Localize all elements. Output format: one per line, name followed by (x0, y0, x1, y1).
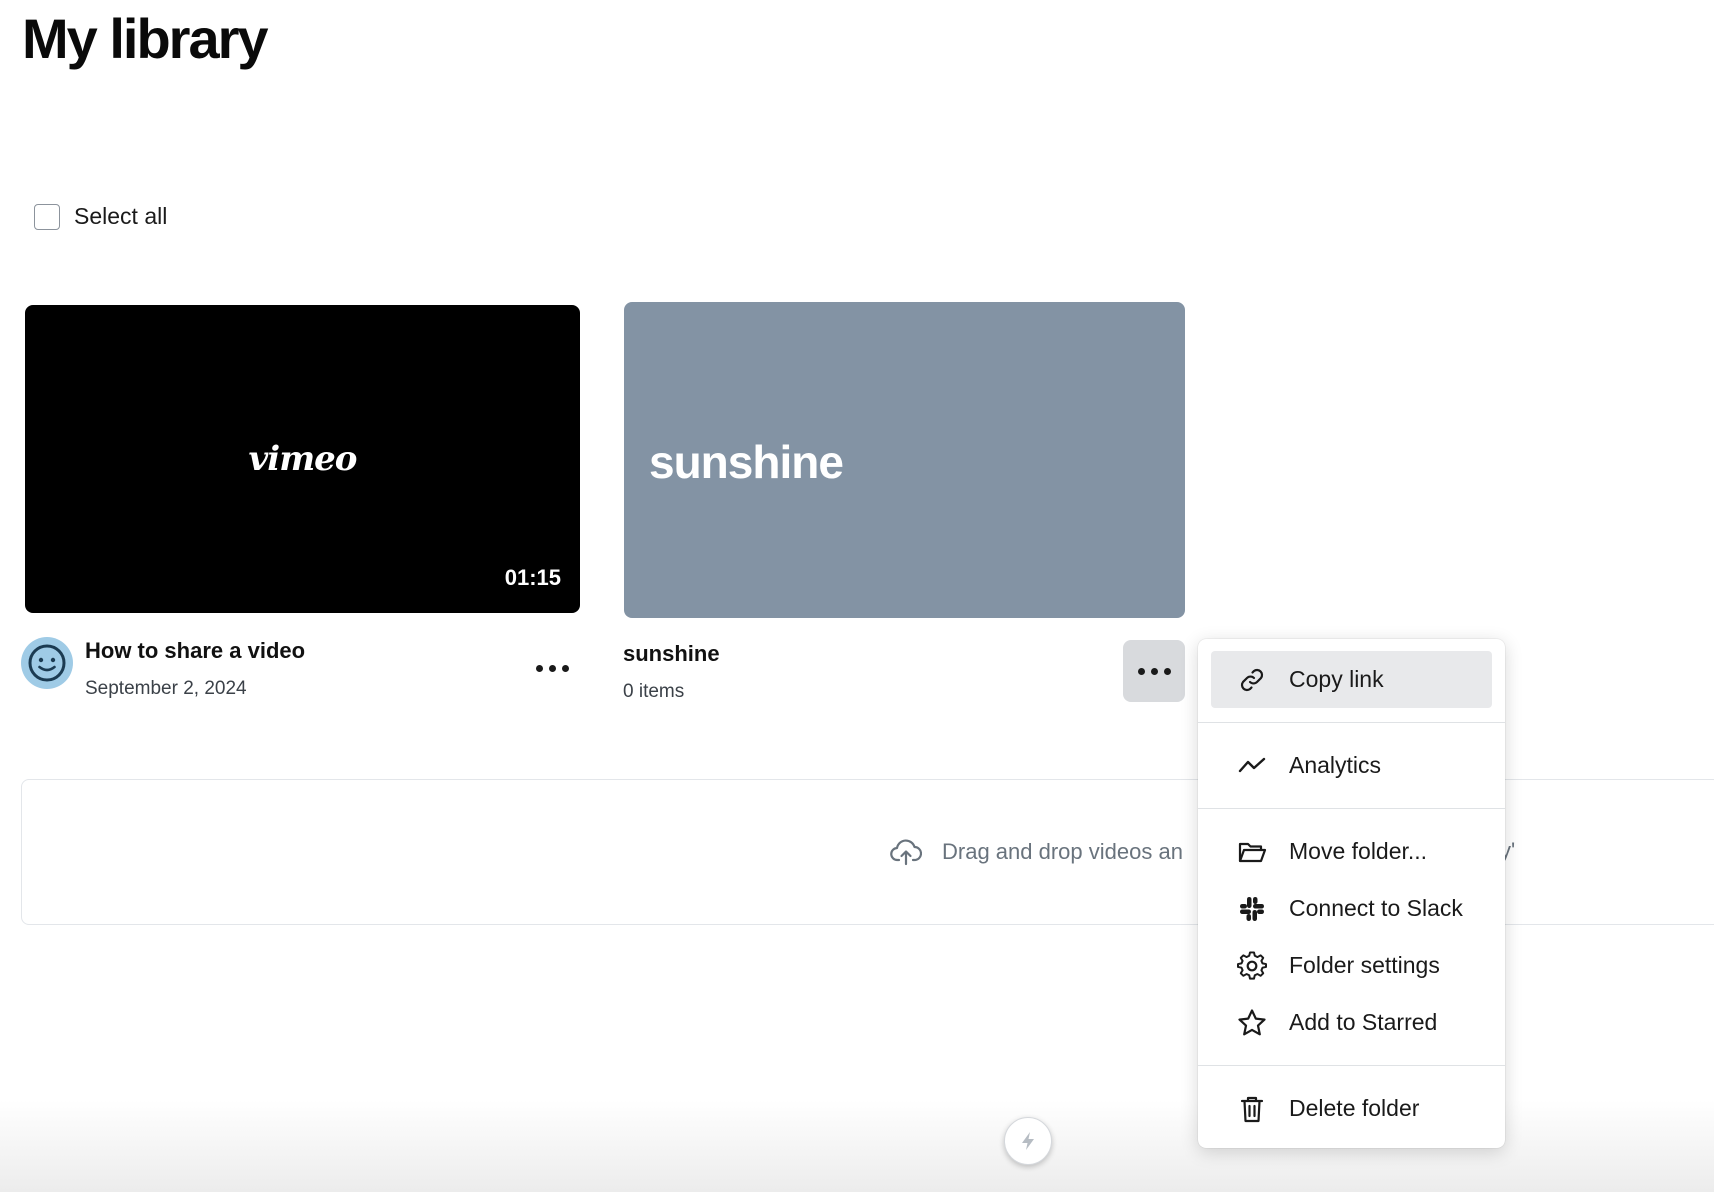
menu-divider (1198, 722, 1505, 723)
menu-item-folder-settings[interactable]: Folder settings (1211, 937, 1492, 994)
star-icon (1237, 1008, 1267, 1038)
menu-divider (1198, 1065, 1505, 1066)
vimeo-logo: vimeo (248, 439, 358, 479)
gear-icon (1237, 950, 1267, 981)
folder-thumb-title: sunshine (649, 436, 844, 488)
quick-action-button[interactable] (1004, 1117, 1052, 1165)
more-dot (1150, 667, 1158, 675)
more-dot (1163, 667, 1171, 675)
video-date: September 2, 2024 (85, 678, 247, 699)
lightning-icon (1022, 1132, 1034, 1150)
dropzone-content: Drag and drop videos an (890, 838, 1183, 866)
select-all-label: Select all (74, 203, 168, 229)
select-all[interactable]: Select all (34, 203, 167, 230)
menu-item-copy-link[interactable]: Copy link (1211, 651, 1492, 708)
folder-title[interactable]: sunshine (623, 641, 720, 667)
folder-item-count: 0 items (623, 681, 685, 702)
menu-item-label: Add to Starred (1289, 1009, 1438, 1035)
video-thumbnail[interactable]: vimeo 01:15 (25, 305, 580, 613)
video-more-button[interactable] (521, 637, 583, 699)
menu-item-move-folder[interactable]: Move folder... (1211, 823, 1492, 880)
menu-item-label: Copy link (1289, 666, 1384, 692)
menu-item-delete-folder[interactable]: Delete folder (1211, 1080, 1492, 1137)
menu-item-label: Folder settings (1289, 952, 1440, 978)
dropzone-text: Drag and drop videos an (942, 839, 1183, 864)
slack-icon (1237, 894, 1267, 924)
cloud-upload-icon (890, 839, 922, 866)
analytics-icon (1237, 751, 1267, 781)
menu-item-add-starred[interactable]: Add to Starred (1211, 994, 1492, 1051)
menu-item-connect-slack[interactable]: Connect to Slack (1211, 880, 1492, 937)
smiley-avatar-icon (28, 644, 66, 682)
menu-item-label: Move folder... (1289, 838, 1428, 864)
folder-more-button[interactable] (1123, 640, 1185, 702)
menu-item-label: Connect to Slack (1289, 895, 1463, 921)
avatar[interactable] (21, 637, 73, 689)
link-icon (1237, 665, 1267, 695)
menu-divider (1198, 808, 1505, 809)
select-all-checkbox[interactable] (34, 203, 60, 230)
folder-icon (1237, 837, 1267, 867)
menu-item-analytics[interactable]: Analytics (1211, 737, 1492, 794)
more-dot (535, 664, 543, 672)
menu-item-label: Analytics (1289, 752, 1382, 778)
more-dot (548, 664, 556, 672)
folder-thumbnail[interactable]: sunshine (624, 302, 1185, 618)
trash-icon (1237, 1094, 1267, 1124)
page-title: My library (22, 7, 269, 70)
video-title[interactable]: How to share a video (85, 638, 305, 664)
more-dot (561, 664, 569, 672)
more-dot (1137, 667, 1145, 675)
menu-item-label: Delete folder (1289, 1095, 1420, 1121)
folder-context-menu: Copy link Analytics Move folder... Conne… (1198, 639, 1505, 1148)
video-duration: 01:15 (504, 565, 561, 590)
